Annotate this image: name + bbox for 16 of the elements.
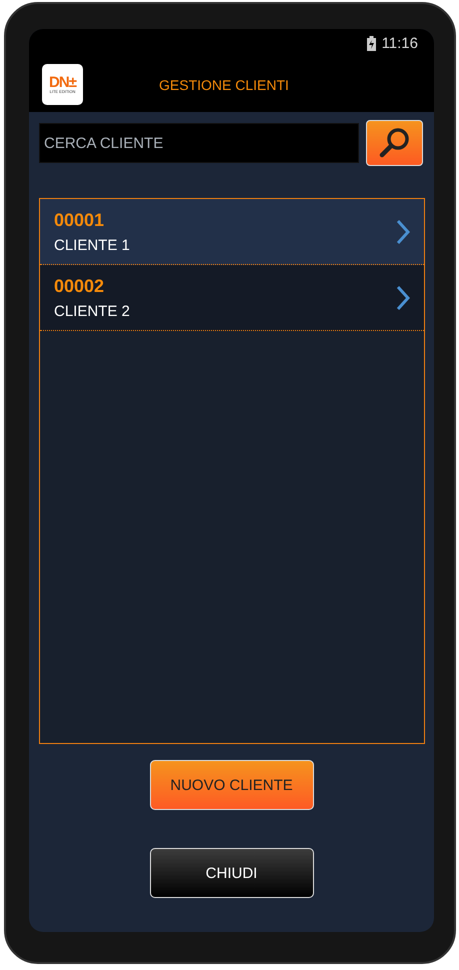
client-row[interactable]: 00002 CLIENTE 2 <box>40 265 424 331</box>
client-name: CLIENTE 1 <box>54 236 131 254</box>
page-title: GESTIONE CLIENTI <box>159 76 289 92</box>
new-client-button[interactable]: NUOVO CLIENTE <box>150 760 314 810</box>
search-button[interactable] <box>366 120 423 166</box>
close-button[interactable]: CHIUDI <box>150 848 314 898</box>
chevron-right-icon <box>396 284 410 310</box>
client-code: 00001 <box>54 210 106 230</box>
search-icon <box>378 126 412 160</box>
chevron-right-icon <box>396 218 410 244</box>
client-code: 00002 <box>54 276 106 296</box>
search-field[interactable]: CERCA CLIENTE <box>39 123 359 163</box>
status-time: 11:16 <box>382 34 418 52</box>
client-name: CLIENTE 2 <box>54 302 131 320</box>
client-row[interactable]: 00001 CLIENTE 1 <box>40 199 424 265</box>
battery-icon <box>366 36 376 50</box>
